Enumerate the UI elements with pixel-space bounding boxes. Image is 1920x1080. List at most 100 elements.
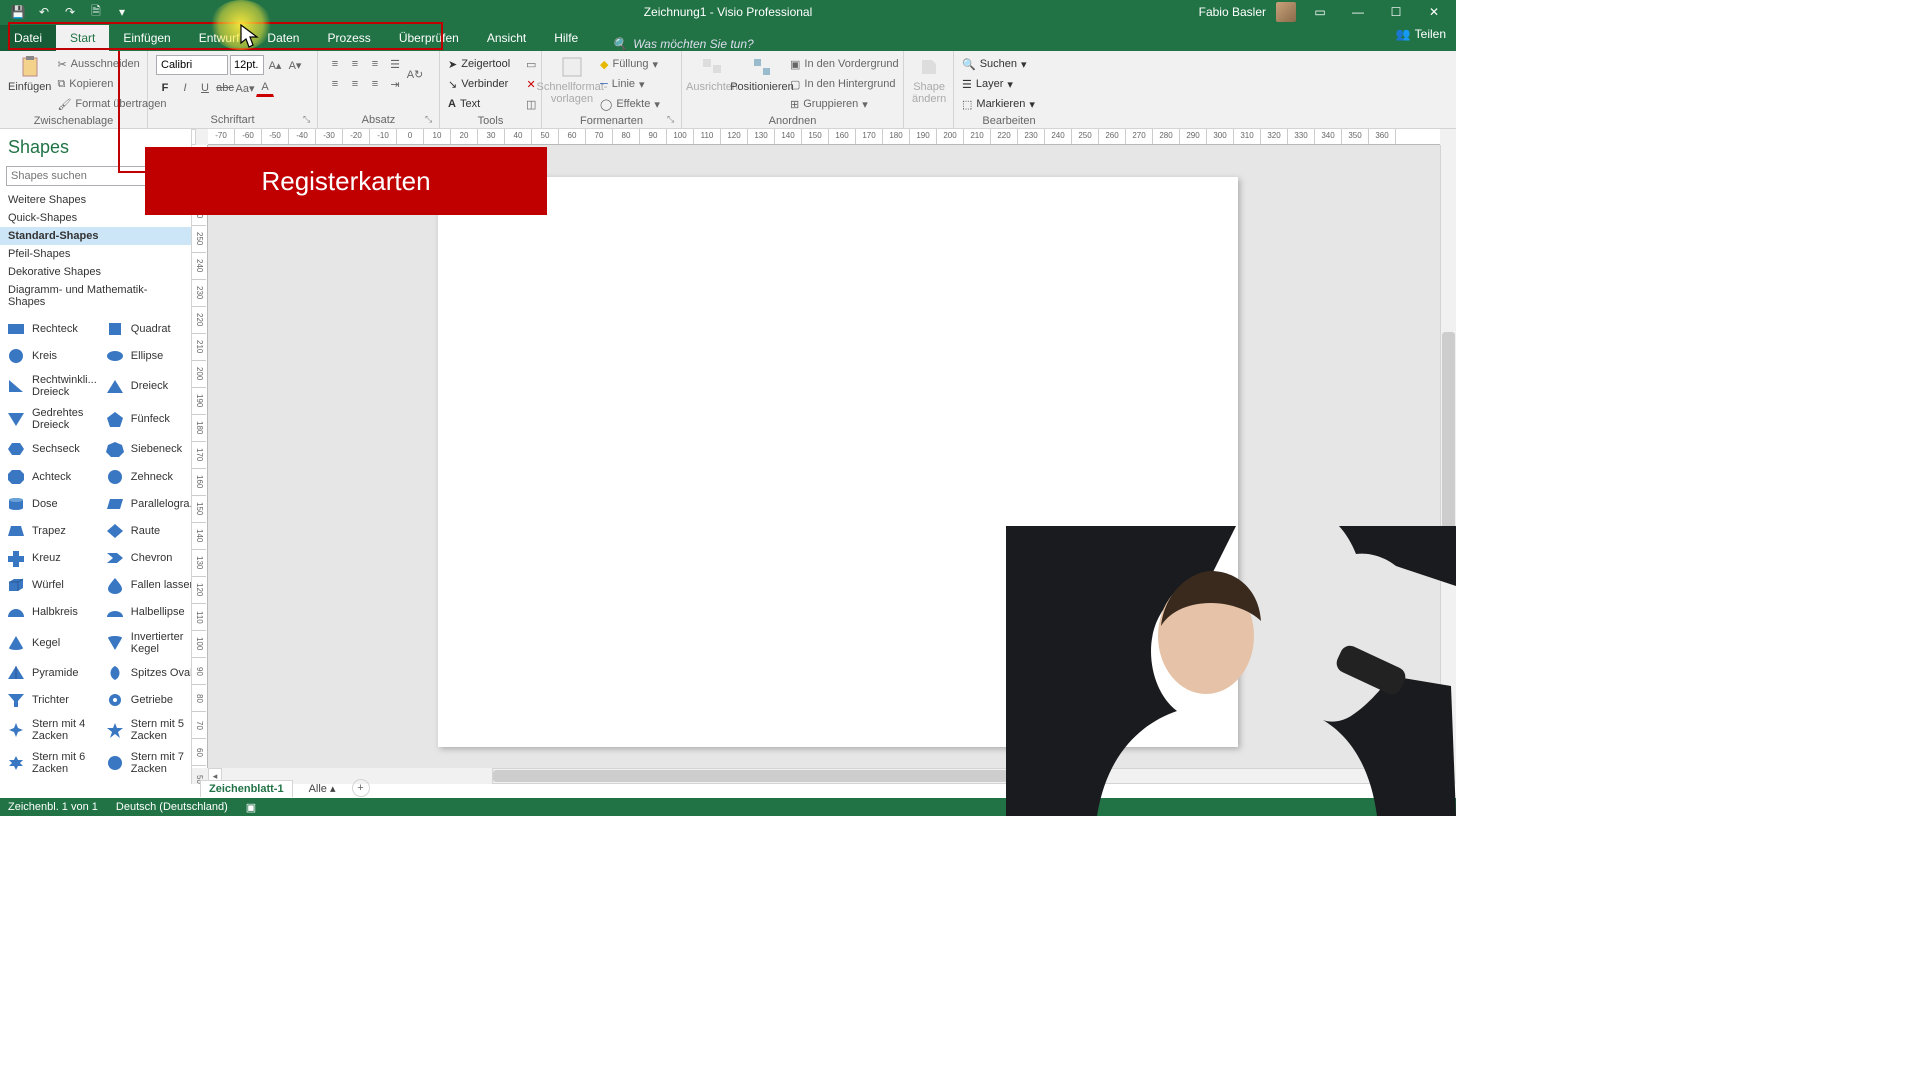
shape-item[interactable]: Siebeneck <box>101 436 191 463</box>
shape-item[interactable]: Getriebe <box>101 686 191 713</box>
shape-item[interactable]: Pyramide <box>2 659 101 686</box>
save-icon[interactable]: 💾 <box>10 4 26 20</box>
close-icon[interactable]: ✕ <box>1420 2 1448 22</box>
shape-item[interactable]: Trapez <box>2 517 101 544</box>
status-zoom[interactable]: 95 % <box>1386 801 1411 813</box>
stencil-item[interactable]: Dekorative Shapes <box>0 263 191 281</box>
fullscreen-icon[interactable]: ⛶ <box>1440 801 1448 814</box>
group-button[interactable]: ⊞Gruppieren▾ <box>790 95 899 113</box>
tab-prozess[interactable]: Prozess <box>313 25 384 51</box>
shape-item[interactable]: Fallen lassen <box>101 572 191 599</box>
add-page-button[interactable]: + <box>352 779 370 797</box>
shape-item[interactable]: Würfel <box>2 572 101 599</box>
align-bc-icon[interactable]: ≡ <box>346 75 364 93</box>
align-tc-icon[interactable]: ≡ <box>346 55 364 73</box>
line-button[interactable]: ─Linie▾ <box>600 75 660 93</box>
tab-überprüfen[interactable]: Überprüfen <box>385 25 473 51</box>
new-doc-icon[interactable]: 🗎 <box>88 4 104 20</box>
shape-item[interactable]: Parallelogra... <box>101 490 191 517</box>
effects-button[interactable]: ◯Effekte▾ <box>600 95 660 113</box>
minimize-icon[interactable]: — <box>1344 2 1372 22</box>
bullets-icon[interactable]: ☰ <box>386 55 404 73</box>
stencil-item[interactable]: Standard-Shapes <box>0 227 191 245</box>
bring-front-button[interactable]: ▣In den Vordergrund <box>790 55 899 73</box>
share-button[interactable]: 👥 Teilen <box>1396 27 1446 41</box>
quick-styles-button[interactable]: Schnellformat- vorlagen <box>550 55 594 105</box>
dialog-launcher-icon[interactable]: ⤡ <box>425 114 437 126</box>
shape-item[interactable]: Kegel <box>2 626 101 659</box>
avatar[interactable] <box>1276 2 1296 22</box>
align-tr-icon[interactable]: ≡ <box>366 55 384 73</box>
dialog-launcher-icon[interactable]: ⤡ <box>303 114 315 126</box>
tab-start[interactable]: Start <box>56 25 109 51</box>
shape-item[interactable]: Stern mit 5 Zacken <box>101 714 191 747</box>
text-tool[interactable]: AText <box>448 95 510 113</box>
shrink-font-icon[interactable]: A▾ <box>286 56 304 74</box>
page-tab-active[interactable]: Zeichenblatt-1 <box>200 780 293 797</box>
tell-me-search[interactable]: 🔍 Was möchten Sie tun? <box>612 37 753 51</box>
tab-entwurf[interactable]: Entwurf <box>185 25 254 51</box>
tab-einfügen[interactable]: Einfügen <box>109 25 184 51</box>
panel-collapse-handle[interactable]: ‹ <box>192 129 196 145</box>
shape-item[interactable]: Ellipse <box>101 342 191 369</box>
redo-icon[interactable]: ↷ <box>62 4 78 20</box>
select-button[interactable]: ⬚Markieren▾ <box>962 95 1035 113</box>
fit-page-icon[interactable]: ⊡ <box>1421 801 1430 814</box>
shape-item[interactable]: Invertierter Kegel <box>101 626 191 659</box>
tab-daten[interactable]: Daten <box>253 25 313 51</box>
shape-item[interactable]: Kreis <box>2 342 101 369</box>
tab-ansicht[interactable]: Ansicht <box>473 25 540 51</box>
align-br-icon[interactable]: ≡ <box>366 75 384 93</box>
ribbon-display-icon[interactable]: ▭ <box>1306 2 1334 22</box>
grow-font-icon[interactable]: A▴ <box>266 56 284 74</box>
shape-item[interactable]: Halbellipse <box>101 599 191 626</box>
canvas-background[interactable] <box>208 145 1440 768</box>
shape-item[interactable]: Quadrat <box>101 315 191 342</box>
align-bl-icon[interactable]: ≡ <box>326 75 344 93</box>
shape-item[interactable]: Stern mit 4 Zacken <box>2 714 101 747</box>
shape-item[interactable]: Raute <box>101 517 191 544</box>
shape-item[interactable]: Spitzes Oval <box>101 659 191 686</box>
shape-item[interactable]: Zehneck <box>101 463 191 490</box>
macro-record-icon[interactable]: ▣ <box>246 801 256 814</box>
shape-item[interactable]: Stern mit 6 Zacken <box>2 747 101 780</box>
horizontal-scrollbar[interactable] <box>492 768 1430 784</box>
align-button[interactable]: Ausrichten <box>690 55 734 93</box>
align-tl-icon[interactable]: ≡ <box>326 55 344 73</box>
position-button[interactable]: Positionieren <box>740 55 784 93</box>
tab-hilfe[interactable]: Hilfe <box>540 25 592 51</box>
rect-tool-icon[interactable]: ▭ <box>522 55 540 73</box>
stencil-item[interactable]: Pfeil-Shapes <box>0 245 191 263</box>
shape-item[interactable]: Dose <box>2 490 101 517</box>
change-shape-button[interactable]: Shape ändern <box>912 55 946 105</box>
find-button[interactable]: 🔍Suchen▾ <box>962 55 1035 73</box>
shape-item[interactable]: Dreieck <box>101 369 191 402</box>
shape-item[interactable]: Gedrehtes Dreieck <box>2 403 101 436</box>
scroll-right-button[interactable]: ▸ <box>1432 768 1446 784</box>
shape-item[interactable]: Rechteck <box>2 315 101 342</box>
dialog-launcher-icon[interactable]: ⤡ <box>667 114 679 126</box>
fill-button[interactable]: ◆Füllung▾ <box>600 55 660 73</box>
undo-icon[interactable]: ↶ <box>36 4 52 20</box>
connector-tool[interactable]: ↘Verbinder <box>448 75 510 93</box>
shape-item[interactable]: Stern mit 7 Zacken <box>101 747 191 780</box>
shape-item[interactable]: Trichter <box>2 686 101 713</box>
font-color-button[interactable]: A <box>256 79 274 97</box>
drawing-page[interactable] <box>438 177 1238 747</box>
page-tab-all[interactable]: Alle ▴ <box>301 780 344 797</box>
shape-item[interactable]: Halbkreis <box>2 599 101 626</box>
shape-item[interactable]: Achteck <box>2 463 101 490</box>
paste-button[interactable]: Einfügen <box>8 55 51 93</box>
indent-icon[interactable]: ⇥ <box>386 75 404 93</box>
shape-item[interactable]: Fünfeck <box>101 403 191 436</box>
maximize-icon[interactable]: ☐ <box>1382 2 1410 22</box>
send-back-button[interactable]: ▢In den Hintergrund <box>790 75 899 93</box>
case-button[interactable]: Aa▾ <box>236 79 254 97</box>
user-name[interactable]: Fabio Basler <box>1199 5 1266 19</box>
status-language[interactable]: Deutsch (Deutschland) <box>116 801 228 813</box>
shape-item[interactable]: Chevron <box>101 545 191 572</box>
shape-item[interactable]: Rechtwinkli... Dreieck <box>2 369 101 402</box>
italic-button[interactable]: I <box>176 79 194 97</box>
vertical-scrollbar[interactable] <box>1440 145 1456 768</box>
tab-datei[interactable]: Datei <box>0 25 56 51</box>
